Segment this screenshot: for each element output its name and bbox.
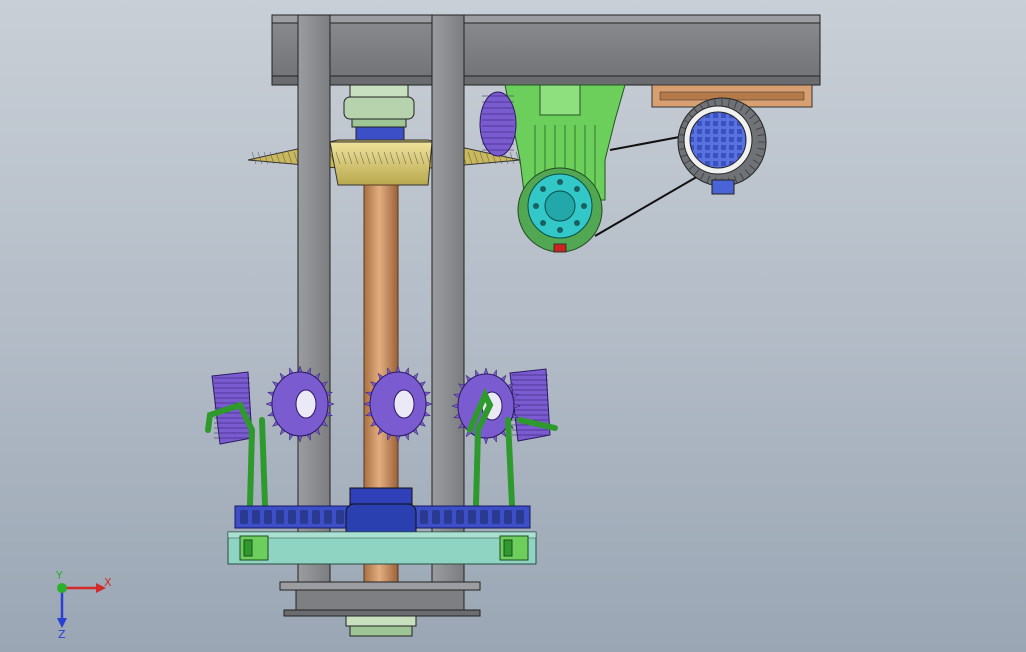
- z-axis-head: [57, 618, 67, 628]
- base-plate[interactable]: [227, 531, 537, 565]
- bottom-coupling[interactable]: [345, 615, 417, 637]
- crown-gear[interactable]: [247, 139, 521, 186]
- y-axis-dot: [57, 583, 67, 593]
- axis-triad[interactable]: X Y Z: [48, 570, 118, 640]
- base-clamp[interactable]: [499, 535, 529, 561]
- base-clamp[interactable]: [239, 535, 269, 561]
- right-column[interactable]: [431, 14, 465, 591]
- y-axis-label: Y: [55, 570, 63, 582]
- top-beam[interactable]: [271, 14, 821, 86]
- bottom-beam[interactable]: [279, 581, 481, 617]
- 3d-viewport[interactable]: X Y Z: [0, 0, 1026, 652]
- left-column[interactable]: [297, 14, 331, 591]
- x-axis-label: X: [104, 576, 112, 589]
- upper-coupling[interactable]: [343, 84, 415, 142]
- z-axis-label: Z: [58, 628, 66, 640]
- gearbox-flange[interactable]: [517, 167, 603, 253]
- pinion-gear[interactable]: [479, 91, 517, 157]
- cad-model-assembly[interactable]: [0, 0, 1026, 652]
